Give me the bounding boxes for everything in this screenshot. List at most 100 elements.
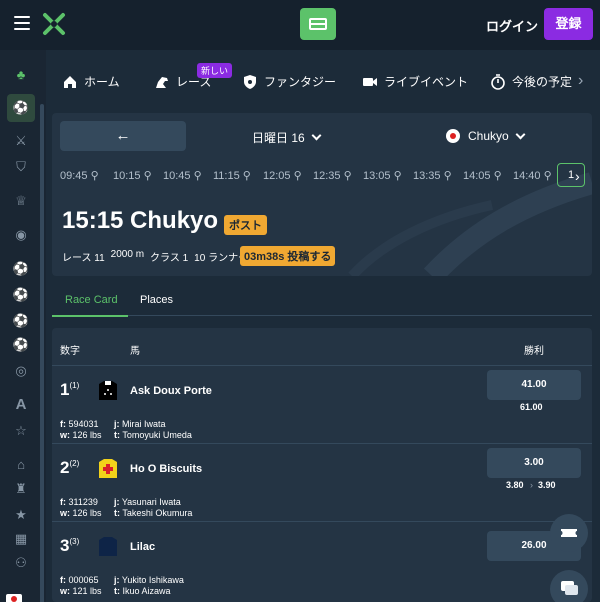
race-time-item[interactable]: 10:15 ⚲ <box>113 169 152 182</box>
horse-name[interactable]: Ask Doux Porte <box>130 385 212 397</box>
race-time-item[interactable]: 13:05 ⚲ <box>363 169 402 182</box>
track-dropdown[interactable]: Chukyo <box>446 129 526 143</box>
runner-number: 2(2) <box>60 458 80 477</box>
table-header: 数字 馬 勝利 <box>52 328 592 366</box>
new-badge: 新しい <box>197 63 233 78</box>
race-times-strip: 09:45 ⚲ 10:15 ⚲ 10:45 ⚲ 11:15 ⚲ 12:05 ⚲ … <box>60 163 585 187</box>
runner-number: 1(1) <box>60 380 80 399</box>
table-row: 2(2) Ho O Biscuits f: 311239 w: 126 lbs … <box>52 444 592 522</box>
win-odds-button[interactable]: 41.00 <box>487 370 581 400</box>
race-time-item[interactable]: 11:15 ⚲ <box>213 169 251 182</box>
sidebar-item-cherries-icon[interactable]: ♣ <box>10 64 32 86</box>
register-button[interactable]: 登録 <box>544 8 593 40</box>
race-panel: ← 日曜日 16 Chukyo 09:45 ⚲ 10:15 ⚲ 10:45 ⚲ … <box>52 113 592 276</box>
sidebar-item-basketball-icon[interactable]: ◉ <box>10 224 32 246</box>
sidebar-item-favorite-icon[interactable]: ★ <box>10 504 32 526</box>
sidebar-item-star-icon[interactable]: ☆ <box>10 420 32 442</box>
nav-label-home: ホーム <box>84 75 120 89</box>
sidebar-item-a-icon[interactable]: A <box>10 394 32 416</box>
wallet-button[interactable] <box>300 8 336 40</box>
header-win: 勝利 <box>524 346 544 357</box>
race-tabs: Race Card Places <box>52 286 592 317</box>
race-time-item[interactable]: 10:45 ⚲ <box>163 169 202 182</box>
top-bar: ログイン 登録 <box>0 0 600 50</box>
horse-icon <box>156 76 168 88</box>
runner-weight: w: 126 lbs <box>60 430 102 440</box>
stopwatch-icon <box>491 73 505 90</box>
tab-places[interactable]: Places <box>140 294 173 306</box>
sidebar-scrollbar[interactable] <box>40 104 44 602</box>
header-horse: 馬 <box>130 346 140 357</box>
race-meta: レース 11 2000 m クラス 1 10 ランナー <box>62 249 248 264</box>
nav-scroll-right-icon[interactable]: › <box>578 72 583 90</box>
odds-sub-value: 3.90 <box>538 480 556 490</box>
race-time-item[interactable]: 14:05 ⚲ <box>463 169 502 182</box>
runner-number: 3(3) <box>60 536 80 555</box>
language-flag-icon[interactable] <box>6 594 22 602</box>
odds-sub-value: 61.00 <box>520 402 543 412</box>
date-dropdown[interactable]: 日曜日 16 <box>252 129 322 146</box>
horse-name[interactable]: Lilac <box>130 541 155 553</box>
sidebar-item-cricket-icon[interactable]: ⚔ <box>10 130 32 152</box>
race-time-item[interactable]: 12:05 ⚲ <box>263 169 302 182</box>
tab-race-card[interactable]: Race Card <box>65 294 118 306</box>
sidebar-item-cup-icon[interactable]: ♜ <box>10 478 32 500</box>
sidebar-item-trophy-icon[interactable]: ♕ <box>10 190 32 212</box>
countdown-badge: 03m38s 投稿する <box>240 246 336 266</box>
race-time-item[interactable]: 14:40 ⚲ <box>513 169 552 182</box>
sidebar-item-soccer-icon[interactable]: ⚽ <box>7 94 35 122</box>
odds-separator-icon: › <box>530 480 533 490</box>
win-odds-button[interactable]: 3.00 <box>487 448 581 478</box>
nav-item-upcoming[interactable]: 今後の予定 <box>490 73 572 90</box>
back-button[interactable]: ← <box>60 121 186 151</box>
race-time-item[interactable]: 09:45 ⚲ <box>60 169 99 182</box>
sidebar-item-soccer-4-icon[interactable]: ⚽ <box>10 310 32 332</box>
nav-label-live-events: ライブイベント <box>384 75 469 89</box>
login-button[interactable]: ログイン <box>486 16 538 35</box>
odds-sub-value: 3.80 <box>506 480 524 490</box>
race-distance: 2000 m <box>110 249 145 260</box>
runner-jockey: j: Yasunari Iwata <box>114 497 181 507</box>
sidebar-item-stats-icon[interactable]: ▦ <box>10 528 32 550</box>
runner-form: f: 311239 <box>60 497 98 507</box>
runner-trainer: t: Ikuo Aizawa <box>114 586 171 596</box>
tab-divider <box>128 315 592 316</box>
video-icon <box>363 77 377 86</box>
sidebar-item-people-icon[interactable]: ⚇ <box>10 552 32 574</box>
bet-slip-button[interactable] <box>550 514 588 552</box>
horse-name[interactable]: Ho O Biscuits <box>130 463 202 475</box>
sidebar-item-tennis-icon[interactable]: ◎ <box>10 360 32 382</box>
home-icon <box>64 75 76 88</box>
logo-icon[interactable] <box>42 12 66 36</box>
chat-button[interactable] <box>550 570 588 602</box>
chevron-down-icon <box>311 130 322 141</box>
nav-item-live-events[interactable]: ライブイベント <box>362 73 468 90</box>
shield-icon <box>244 74 256 89</box>
sidebar: ♣ ⚽ ⚔ ⛉ ♕ ◉ ⚽ ⚽ ⚽ ⚽ ◎ A ☆ ⌂ ♜ ★ ▦ ⚇ <box>0 50 46 602</box>
sidebar-item-soccer-5-icon[interactable]: ⚽ <box>10 334 32 356</box>
wallet-icon <box>309 18 327 30</box>
runner-weight: w: 121 lbs <box>60 586 102 596</box>
race-title: 15:15 Chukyo <box>62 207 219 234</box>
nav-item-fantasy[interactable]: ファンタジー <box>242 73 336 90</box>
sidebar-item-soccer-3-icon[interactable]: ⚽ <box>10 284 32 306</box>
sidebar-item-soccer-2-icon[interactable]: ⚽ <box>10 258 32 280</box>
nav-label-fantasy: ファンタジー <box>264 75 337 89</box>
race-time-item-selected[interactable]: 1 <box>557 163 585 187</box>
nav-item-home[interactable]: ホーム <box>62 73 120 90</box>
race-card-table: 数字 馬 勝利 1(1) Ask Doux Porte f: 594031 w:… <box>52 328 592 602</box>
race-number: レース 11 <box>62 253 105 264</box>
sidebar-item-shield-icon[interactable]: ⛉ <box>10 156 32 178</box>
race-class: クラス 1 <box>150 253 189 264</box>
silks-icon <box>99 381 117 400</box>
race-time-item[interactable]: 13:35 ⚲ <box>413 169 452 182</box>
times-scroll-right-icon[interactable]: › <box>575 168 580 184</box>
runner-trainer: t: Takeshi Okumura <box>114 508 193 518</box>
date-label: 日曜日 16 <box>252 131 305 145</box>
hamburger-menu-icon[interactable] <box>14 16 30 30</box>
silks-icon <box>99 459 117 478</box>
race-time-item[interactable]: 12:35 ⚲ <box>313 169 352 182</box>
arrow-left-icon: ← <box>115 127 131 144</box>
tab-active-indicator <box>52 315 128 317</box>
sidebar-item-trash-icon[interactable]: ⌂ <box>10 454 32 476</box>
